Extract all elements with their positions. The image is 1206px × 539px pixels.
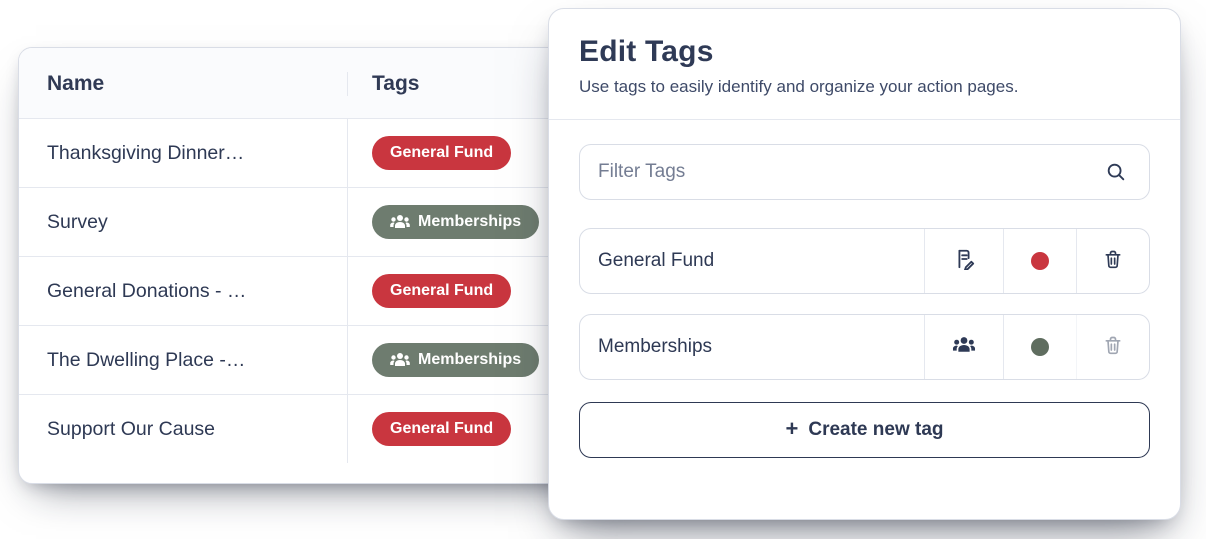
row-divider [347,119,348,187]
table-row[interactable]: Support Our Cause General Fund [19,395,635,463]
edit-tag-button[interactable] [924,315,1003,379]
row-name: Thanksgiving Dinner… [47,142,347,165]
tag-rows: General Fund Memberships [579,228,1150,380]
filter-tags-input[interactable] [596,160,1087,184]
tag-pill-memberships[interactable]: Memberships [372,205,539,239]
column-header-name: Name [47,72,347,96]
row-name: Support Our Cause [47,418,347,441]
table-row[interactable]: Survey Memberships [19,188,635,257]
row-divider [347,395,348,463]
trash-icon [1103,334,1123,361]
panel-divider [549,119,1180,120]
row-name: The Dwelling Place -… [47,349,347,372]
tag-color-button[interactable] [1003,229,1076,293]
delete-tag-button[interactable] [1076,229,1149,293]
panel-subtitle: Use tags to easily identify and organize… [579,77,1150,97]
people-icon [390,352,410,368]
row-divider [347,257,348,325]
edit-icon [953,248,975,275]
search-icon[interactable] [1099,155,1133,189]
tag-name: Memberships [580,336,924,358]
row-divider [347,326,348,394]
tag-color-button[interactable] [1003,315,1076,379]
row-divider [347,188,348,256]
tag-pill-label: General Fund [390,282,493,300]
tag-pill-label: General Fund [390,420,493,438]
trash-icon [1103,248,1123,275]
action-pages-table: Name Tags Thanksgiving Dinner… General F… [18,47,636,484]
tag-pill-label: Memberships [418,213,521,231]
tag-row-general-fund: General Fund [579,228,1150,294]
edit-tag-button[interactable] [924,229,1003,293]
tag-pill-memberships[interactable]: Memberships [372,343,539,377]
table-header: Name Tags [19,48,635,119]
column-divider [347,72,348,96]
row-name: Survey [47,211,347,234]
tag-pill-label: Memberships [418,351,521,369]
tag-pill-general-fund[interactable]: General Fund [372,274,511,308]
table-row[interactable]: General Donations - … General Fund [19,257,635,326]
row-name: General Donations - … [47,280,347,303]
edit-tags-panel: Edit Tags Use tags to easily identify an… [548,8,1181,520]
people-icon [952,336,976,359]
panel-title: Edit Tags [579,35,1150,69]
create-new-tag-button[interactable]: + Create new tag [579,402,1150,458]
table-row[interactable]: Thanksgiving Dinner… General Fund [19,119,635,188]
people-icon [390,214,410,230]
tag-pill-general-fund[interactable]: General Fund [372,412,511,446]
tag-color-dot [1031,338,1049,356]
plus-icon: + [785,418,798,440]
tag-pill-label: General Fund [390,144,493,162]
table-row[interactable]: The Dwelling Place -… Memberships [19,326,635,395]
tag-row-memberships: Memberships [579,314,1150,380]
tag-color-dot [1031,252,1049,270]
filter-tags-field[interactable] [579,144,1150,200]
create-new-tag-label: Create new tag [808,419,943,441]
tag-name: General Fund [580,250,924,272]
tag-pill-general-fund[interactable]: General Fund [372,136,511,170]
delete-tag-button[interactable] [1076,315,1149,379]
